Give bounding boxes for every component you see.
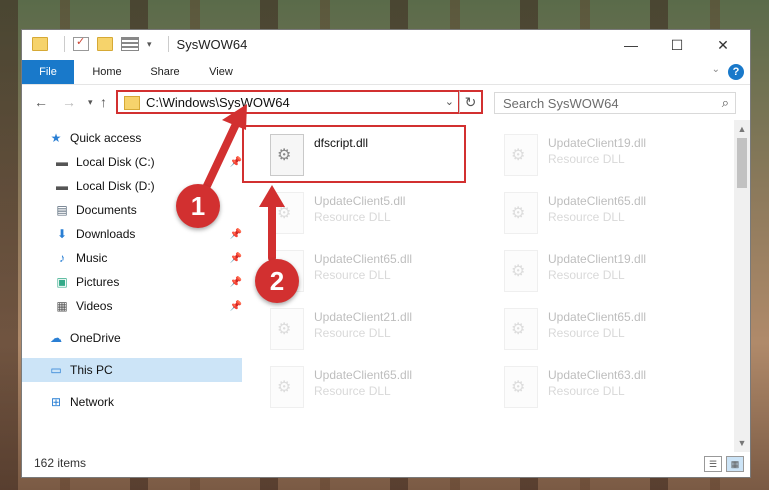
callout-arrows [201, 104, 285, 262]
callout-badge-1: 1 [176, 184, 220, 228]
callout-badge-2: 2 [255, 259, 299, 303]
arrow-1 [201, 104, 247, 194]
arrow-2 [259, 185, 285, 262]
